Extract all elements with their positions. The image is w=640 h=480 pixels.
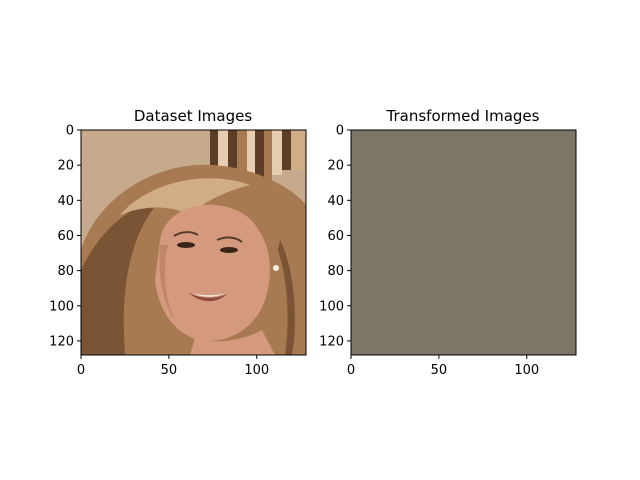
y-tick-label: 40: [57, 194, 74, 209]
y-tick-label: 0: [336, 124, 344, 139]
subplot-dataset-images: Dataset Images 0 50 100 020406080100120: [49, 107, 307, 378]
y-tick-label: 100: [319, 299, 344, 314]
y-tick-label: 60: [57, 229, 74, 244]
y-tick-label: 120: [49, 334, 74, 349]
y-tick-label: 80: [57, 264, 74, 279]
y-tick-label: 40: [327, 194, 344, 209]
y-tick-label: 100: [49, 299, 74, 314]
left-eye: [177, 242, 195, 248]
subplot-title: Dataset Images: [134, 107, 252, 125]
subplot-title: Transformed Images: [386, 107, 540, 125]
x-tick-label: 50: [431, 363, 448, 378]
dataset-image: [81, 130, 306, 355]
right-eye: [220, 247, 238, 253]
y-tick-label: 60: [327, 229, 344, 244]
transformed-image: [351, 130, 576, 355]
x-tick-label: 100: [244, 363, 269, 378]
y-tick-label: 80: [327, 264, 344, 279]
figure: Dataset Images 0 50 100 020406080100120 …: [0, 0, 640, 480]
x-tick-label: 100: [514, 363, 539, 378]
y-tick-label: 0: [66, 124, 74, 139]
y-tick-label: 20: [327, 159, 344, 174]
y-tick-label: 20: [57, 159, 74, 174]
x-tick-label: 50: [161, 363, 178, 378]
face: [155, 204, 270, 341]
x-tick-label: 0: [347, 363, 355, 378]
subplot-transformed-images: Transformed Images 0 50 100 0 20 40 60 80 100 12…: [319, 107, 577, 378]
y-tick-label: 120: [319, 334, 344, 349]
earring: [273, 265, 279, 271]
x-tick-label: 0: [77, 363, 85, 378]
